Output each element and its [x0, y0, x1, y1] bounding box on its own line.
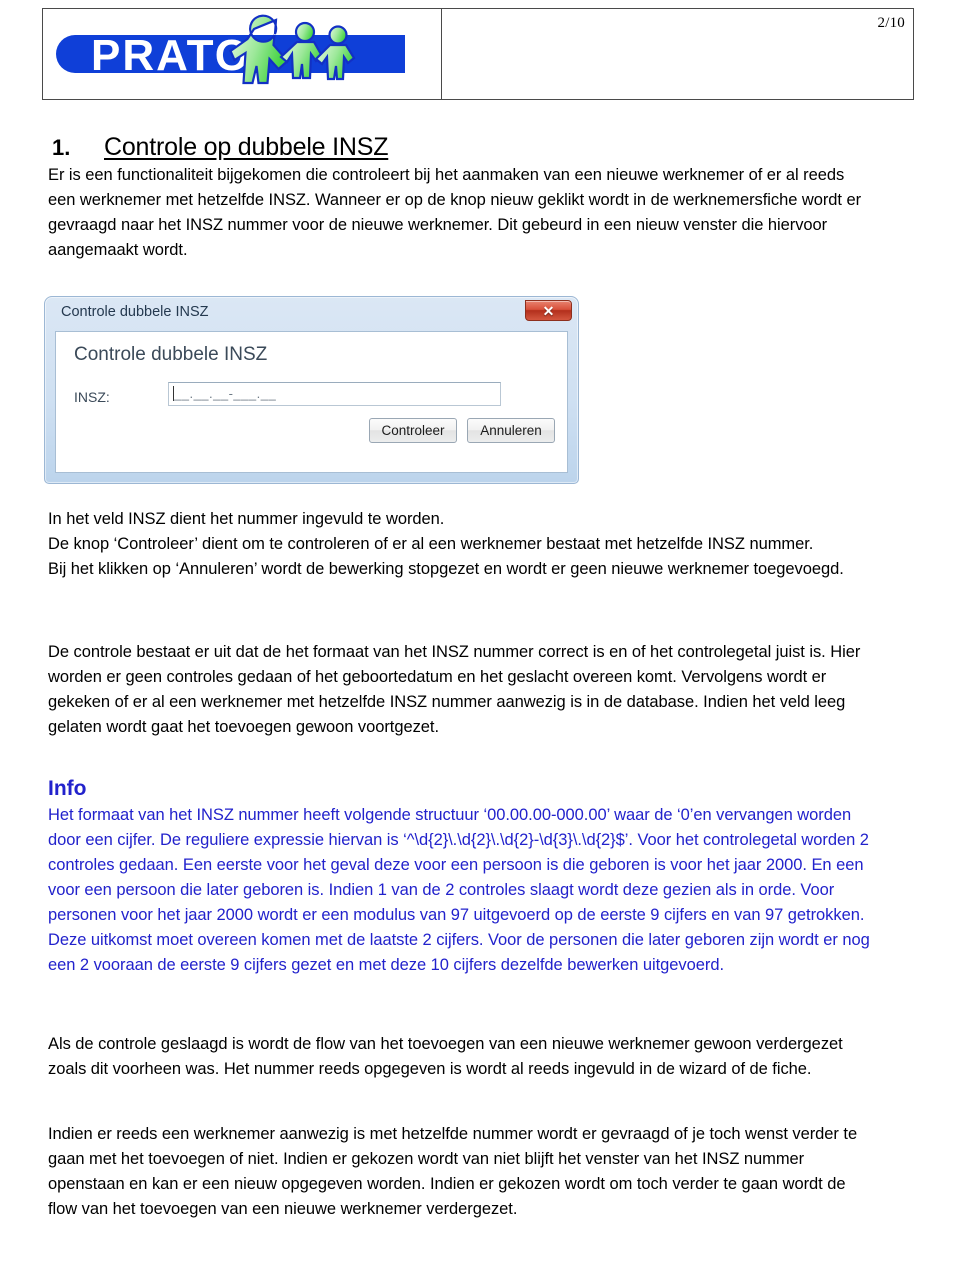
insz-input[interactable]: __.__.__-___.__	[168, 382, 501, 406]
page-header: PRATO 2/10	[42, 8, 914, 100]
dialog-heading: Controle dubbele INSZ	[74, 344, 268, 365]
paragraph-intro: Er is een functionaliteit bijgekomen die…	[48, 166, 862, 259]
close-button[interactable]: ✕	[525, 300, 572, 321]
dialog-window: Controle dubbele INSZ ✕ Controle dubbele…	[44, 296, 579, 484]
paragraph-already-exists: Indien er reeds een werknemer aanwezig i…	[48, 1125, 858, 1218]
info-block: Info Het formaat van het INSZ nummer hee…	[48, 776, 874, 978]
insz-field-label: INSZ:	[74, 389, 110, 405]
dialog-screenshot: Controle dubbele INSZ ✕ Controle dubbele…	[44, 296, 579, 484]
paragraph-success: Als de controle geslaagd is wordt de flo…	[48, 1035, 843, 1078]
header-page-cell: 2/10	[442, 8, 914, 100]
controleer-button[interactable]: Controleer	[369, 418, 457, 443]
annuleren-button[interactable]: Annuleren	[467, 418, 555, 443]
section-heading: 1. Controle op dubbele INSZ	[52, 133, 388, 162]
dialog-body: Controle dubbele INSZ INSZ: __.__.__-___…	[55, 331, 568, 473]
page-number: 2/10	[877, 15, 905, 31]
paragraph-after-dialog: In het veld INSZ dient het nummer ingevu…	[48, 510, 844, 578]
paragraph-detail: De controle bestaat er uit dat de het fo…	[48, 643, 861, 736]
document-page: PRATO 2/10 1. Controle op dubbele INSZ E…	[0, 0, 960, 1280]
close-icon: ✕	[542, 302, 555, 319]
dialog-window-title: Controle dubbele INSZ	[61, 304, 209, 320]
prato-logo: PRATO	[49, 13, 441, 99]
header-logo-cell: PRATO	[42, 8, 442, 100]
info-heading: Info	[48, 777, 87, 800]
dialog-button-row: Controleer Annuleren	[369, 418, 555, 443]
insz-input-mask: __.__.__-___.__	[174, 386, 277, 401]
dialog-titlebar: Controle dubbele INSZ ✕	[51, 300, 572, 329]
page-title: Controle op dubbele INSZ	[104, 133, 389, 161]
svg-text:PRATO: PRATO	[91, 31, 251, 80]
prato-logo-icon: PRATO	[56, 14, 405, 85]
section-number: 1.	[52, 135, 71, 160]
info-body: Het formaat van het INSZ nummer heeft vo…	[48, 806, 870, 974]
